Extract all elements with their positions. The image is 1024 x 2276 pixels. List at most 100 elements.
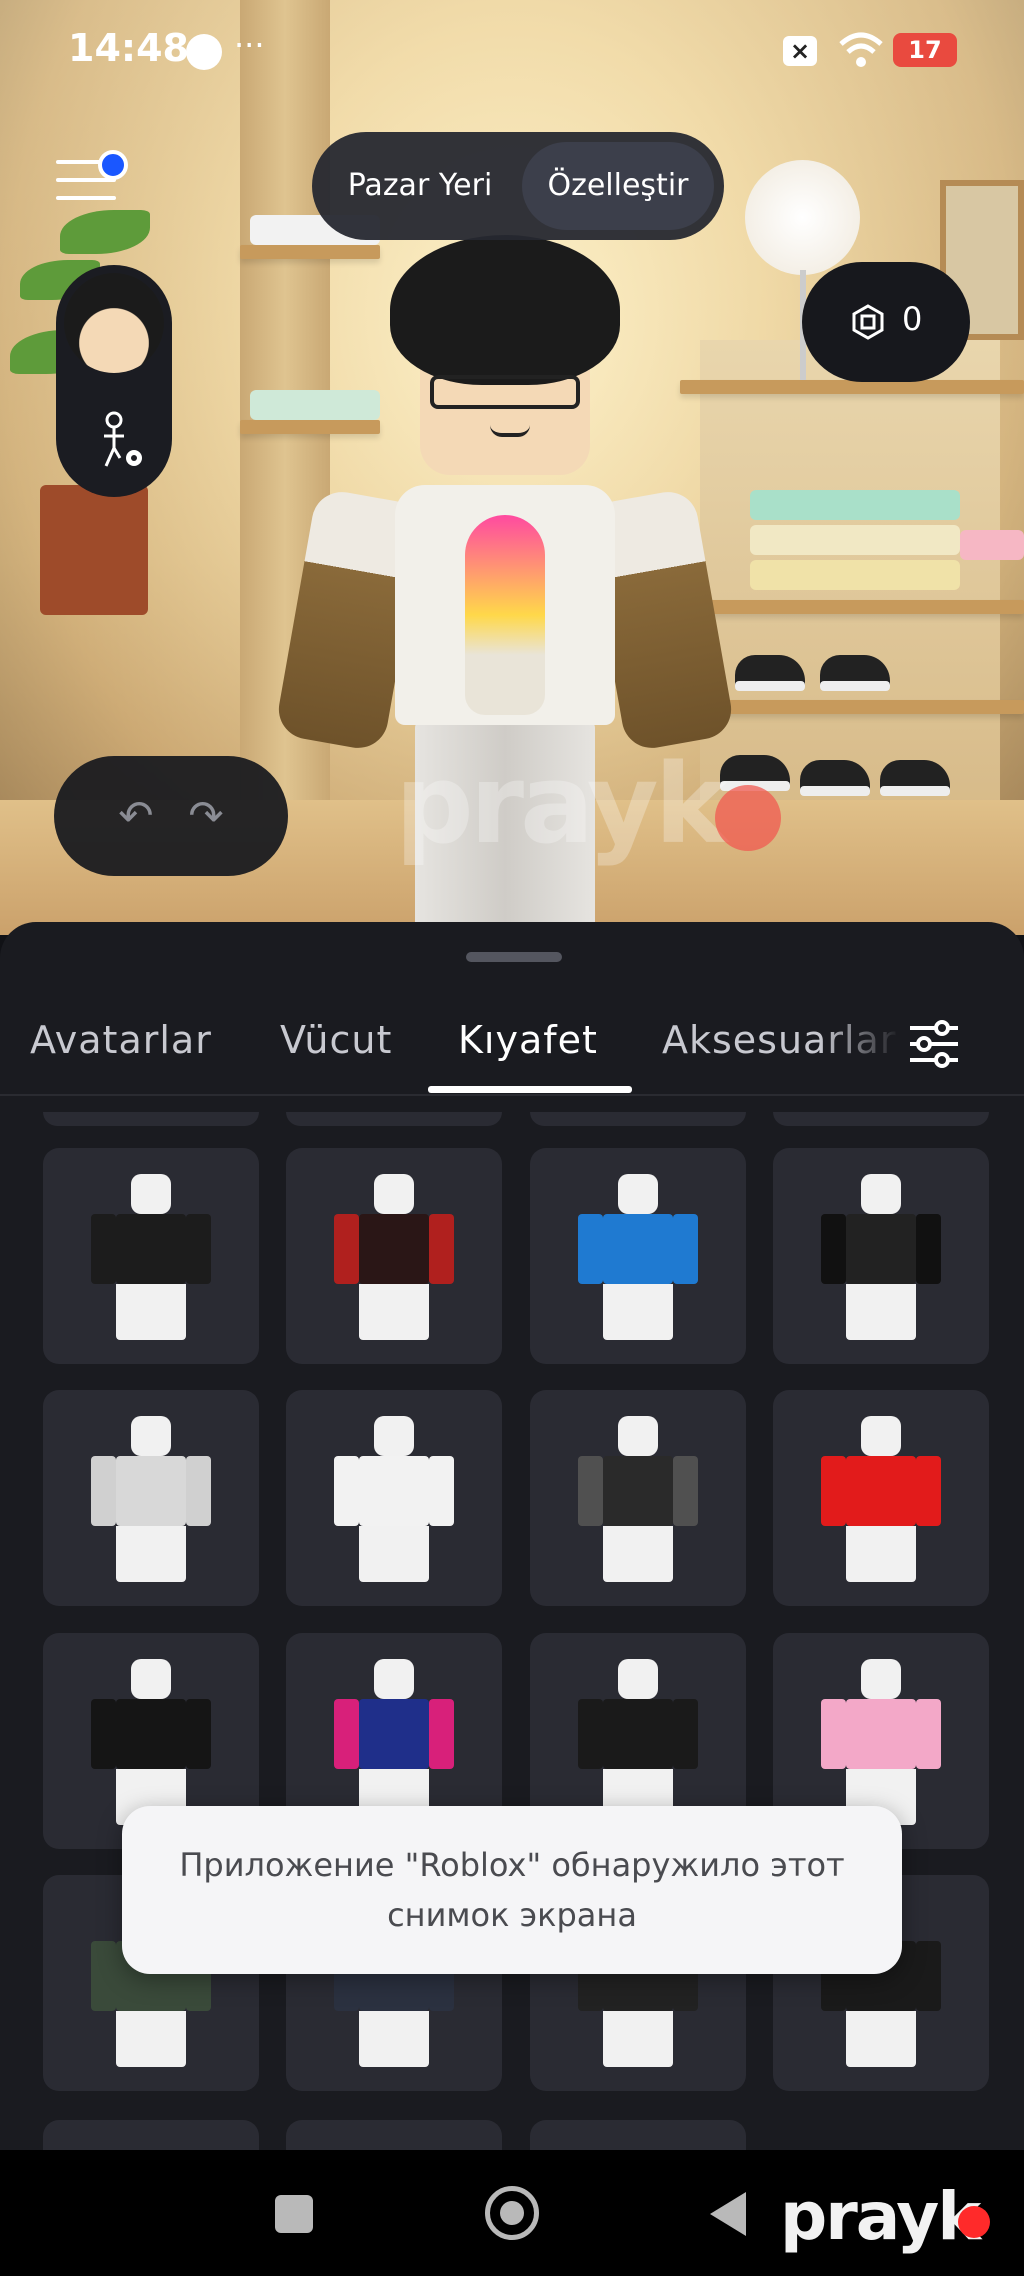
item-preview-torso [846, 1214, 916, 1284]
item-tile-partial[interactable] [773, 1112, 989, 1126]
robux-balance-button[interactable]: 0 [802, 262, 970, 382]
item-tile-partial[interactable] [286, 1112, 502, 1126]
item-preview-arm [91, 1699, 116, 1769]
avatar-headshot[interactable] [64, 273, 164, 373]
item-tile-partial[interactable] [530, 2120, 746, 2154]
watermark-dot [958, 2206, 990, 2238]
item-preview-legs [603, 1526, 673, 1582]
item-preview-arm [91, 1941, 116, 2011]
item-preview-arm [429, 1214, 454, 1284]
item-preview-head [131, 1416, 171, 1456]
filter-icon[interactable] [906, 1016, 962, 1072]
folded-towel [960, 530, 1024, 560]
item-preview-arm [916, 1214, 941, 1284]
item-preview-head [861, 1416, 901, 1456]
item-tile-partial[interactable] [286, 2120, 502, 2154]
item-preview-arm [91, 1214, 116, 1284]
avatar-settings-icon[interactable] [94, 410, 146, 472]
tabs-divider [0, 1094, 1024, 1096]
shoe [820, 655, 890, 691]
shoe [880, 760, 950, 796]
status-bar: 14:48 ··· × 17 [0, 0, 1024, 100]
item-preview-arm [916, 1941, 941, 2011]
clothing-item-tile[interactable] [773, 1148, 989, 1364]
item-preview-arm [916, 1699, 941, 1769]
avatar-hair [390, 235, 620, 385]
tab-clothing[interactable]: Kıyafet [458, 1018, 598, 1062]
clothing-item-tile[interactable] [43, 1148, 259, 1364]
item-preview-legs [603, 2011, 673, 2067]
item-preview-arm [673, 1456, 698, 1526]
item-preview-arm [334, 1214, 359, 1284]
item-tile-partial[interactable] [43, 2120, 259, 2154]
folded-towel [750, 490, 960, 520]
undo-icon[interactable]: ↶ [112, 792, 160, 840]
tab-body[interactable]: Vücut [280, 1018, 392, 1062]
clothing-item-tile[interactable] [530, 1390, 746, 1606]
item-preview-head [131, 1659, 171, 1699]
item-preview-arm [186, 1456, 211, 1526]
toast-message: Приложение "Roblox" обнаружило этот сним… [179, 1846, 845, 1934]
item-preview-arm [578, 1456, 603, 1526]
item-preview-legs [846, 1284, 916, 1340]
clothing-item-tile[interactable] [43, 1390, 259, 1606]
avatar-glasses [430, 375, 580, 409]
item-preview-head [618, 1659, 658, 1699]
item-preview-torso [603, 1456, 673, 1526]
shoe [735, 655, 805, 691]
sim-off-icon: × [783, 36, 817, 66]
robux-amount: 0 [902, 300, 923, 338]
item-preview-head [131, 1174, 171, 1214]
item-preview-legs [359, 1526, 429, 1582]
item-preview-arm [821, 1214, 846, 1284]
item-preview-arm [578, 1214, 603, 1284]
redo-icon[interactable]: ↷ [182, 792, 230, 840]
item-preview-legs [116, 1526, 186, 1582]
status-time: 14:48 [68, 26, 189, 70]
item-preview-torso [846, 1699, 916, 1769]
clothing-item-tile[interactable] [286, 1390, 502, 1606]
item-preview-torso [116, 1699, 186, 1769]
clothing-item-tile[interactable] [530, 1148, 746, 1364]
system-nav-bar: prayk [0, 2150, 1024, 2276]
home-button[interactable] [485, 2186, 539, 2240]
item-preview-head [618, 1416, 658, 1456]
category-tabs: Avatarlar Vücut Kıyafet Aksesuarlar [0, 984, 1024, 1094]
item-preview-torso [359, 1214, 429, 1284]
tab-marketplace[interactable]: Pazar Yeri [322, 142, 518, 230]
item-preview-arm [429, 1699, 454, 1769]
clothing-item-tile[interactable] [286, 1148, 502, 1364]
item-preview-torso [603, 1214, 673, 1284]
drag-handle[interactable] [466, 952, 562, 962]
item-preview-torso [603, 1699, 673, 1769]
back-button[interactable] [710, 2192, 746, 2236]
item-preview-arm [821, 1456, 846, 1526]
shelf [680, 600, 1024, 614]
tab-customize[interactable]: Özelleştir [522, 142, 714, 230]
item-preview-arm [186, 1214, 211, 1284]
shelf [680, 700, 1024, 714]
item-preview-head [861, 1659, 901, 1699]
clothing-item-tile[interactable] [773, 1390, 989, 1606]
folded-towel [750, 560, 960, 590]
item-preview-torso [359, 1456, 429, 1526]
item-preview-legs [603, 1284, 673, 1340]
item-tile-partial[interactable] [43, 1112, 259, 1126]
recents-button[interactable] [275, 2195, 313, 2233]
tab-avatars[interactable]: Avatarlar [30, 1018, 212, 1062]
item-tile-partial[interactable] [530, 1112, 746, 1126]
item-preview-legs [359, 1284, 429, 1340]
item-preview-legs [846, 1526, 916, 1582]
item-preview-torso [116, 1214, 186, 1284]
tabs-fade [820, 1004, 900, 1084]
folded-towel [750, 525, 960, 555]
item-preview-arm [821, 1699, 846, 1769]
item-preview-legs [116, 2011, 186, 2067]
avatar-smile [490, 425, 530, 437]
robux-icon [852, 304, 884, 340]
menu-bar [56, 196, 116, 200]
lamp [745, 160, 860, 275]
item-preview-legs [116, 1284, 186, 1340]
item-preview-arm [334, 1456, 359, 1526]
scene-watermark-dot [715, 785, 781, 851]
